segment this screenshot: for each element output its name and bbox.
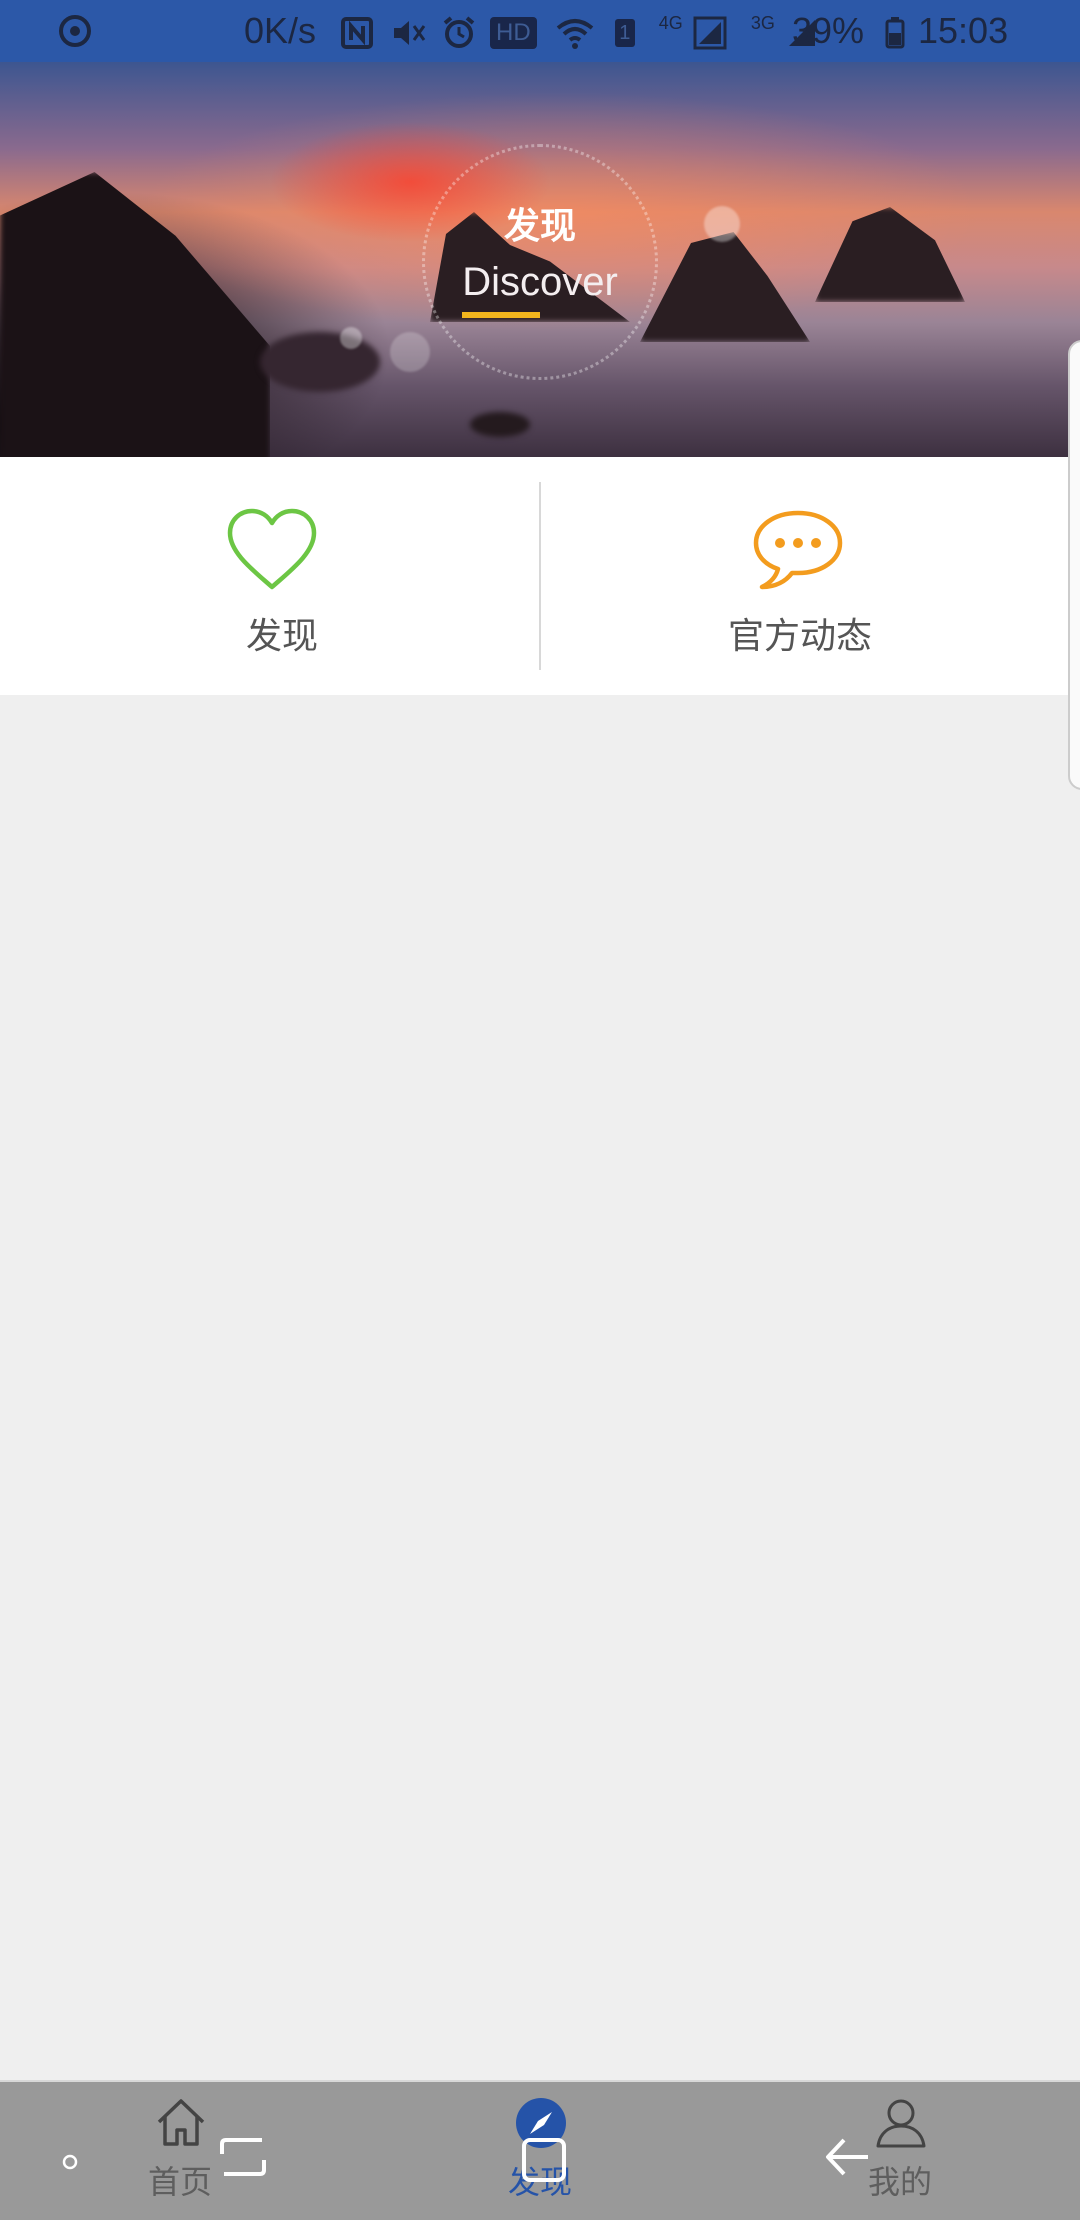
status-icons: HD 1 4G 3G xyxy=(340,0,819,62)
home-icon xyxy=(157,2099,205,2146)
menu-item-label: 官方动态 xyxy=(727,616,872,657)
banner-title: 发现 xyxy=(503,206,576,247)
alarm-icon xyxy=(443,16,475,49)
menu-item-discover[interactable]: 发现 xyxy=(0,457,540,695)
network-4g-label: 4G xyxy=(658,13,683,33)
hd-voice-badge: HD xyxy=(490,17,537,50)
sync-status-icon xyxy=(58,0,92,62)
signal-icon-sim1 xyxy=(693,16,727,50)
network-3g-label: 3G xyxy=(750,13,775,33)
banner-bokeh-dot xyxy=(340,327,362,349)
mute-icon xyxy=(394,21,426,46)
recent-apps-icon[interactable] xyxy=(218,2134,268,2180)
clock-time: 15:03 xyxy=(918,10,1009,51)
discover-banner: 发现 Discover xyxy=(0,62,1080,457)
banner-bokeh-dot xyxy=(390,332,430,372)
status-bar: 0K/s HD 1 4G 3G 39% 15:03 xyxy=(0,0,1080,62)
home-button-icon[interactable] xyxy=(520,2136,568,2184)
tab-label: 我的 xyxy=(867,2163,932,2201)
heart-icon xyxy=(227,508,317,590)
sim-slot-badge: 1 xyxy=(614,19,635,48)
back-arrow-icon[interactable] xyxy=(822,2134,872,2180)
network-speed: 0K/s xyxy=(244,10,317,51)
banner-rock-shape xyxy=(260,332,380,392)
chat-bubble-icon xyxy=(753,510,843,590)
discover-menu: 发现 官方动态 xyxy=(0,457,1080,695)
banner-subtitle: Discover xyxy=(462,260,618,304)
edge-panel-handle[interactable] xyxy=(1068,340,1080,790)
assistant-dot-icon[interactable] xyxy=(62,2154,78,2170)
user-icon xyxy=(876,2099,926,2148)
menu-item-official-news[interactable]: 官方动态 xyxy=(540,457,1080,695)
wifi-icon xyxy=(556,19,594,50)
nfc-icon xyxy=(341,17,373,50)
banner-title-underline xyxy=(462,312,540,318)
battery-percent: 39% xyxy=(792,10,865,51)
banner-rock-shape xyxy=(470,412,530,437)
tab-mine[interactable]: 我的 xyxy=(780,2082,1020,2220)
battery-icon xyxy=(884,0,906,62)
menu-item-label: 发现 xyxy=(245,616,318,657)
